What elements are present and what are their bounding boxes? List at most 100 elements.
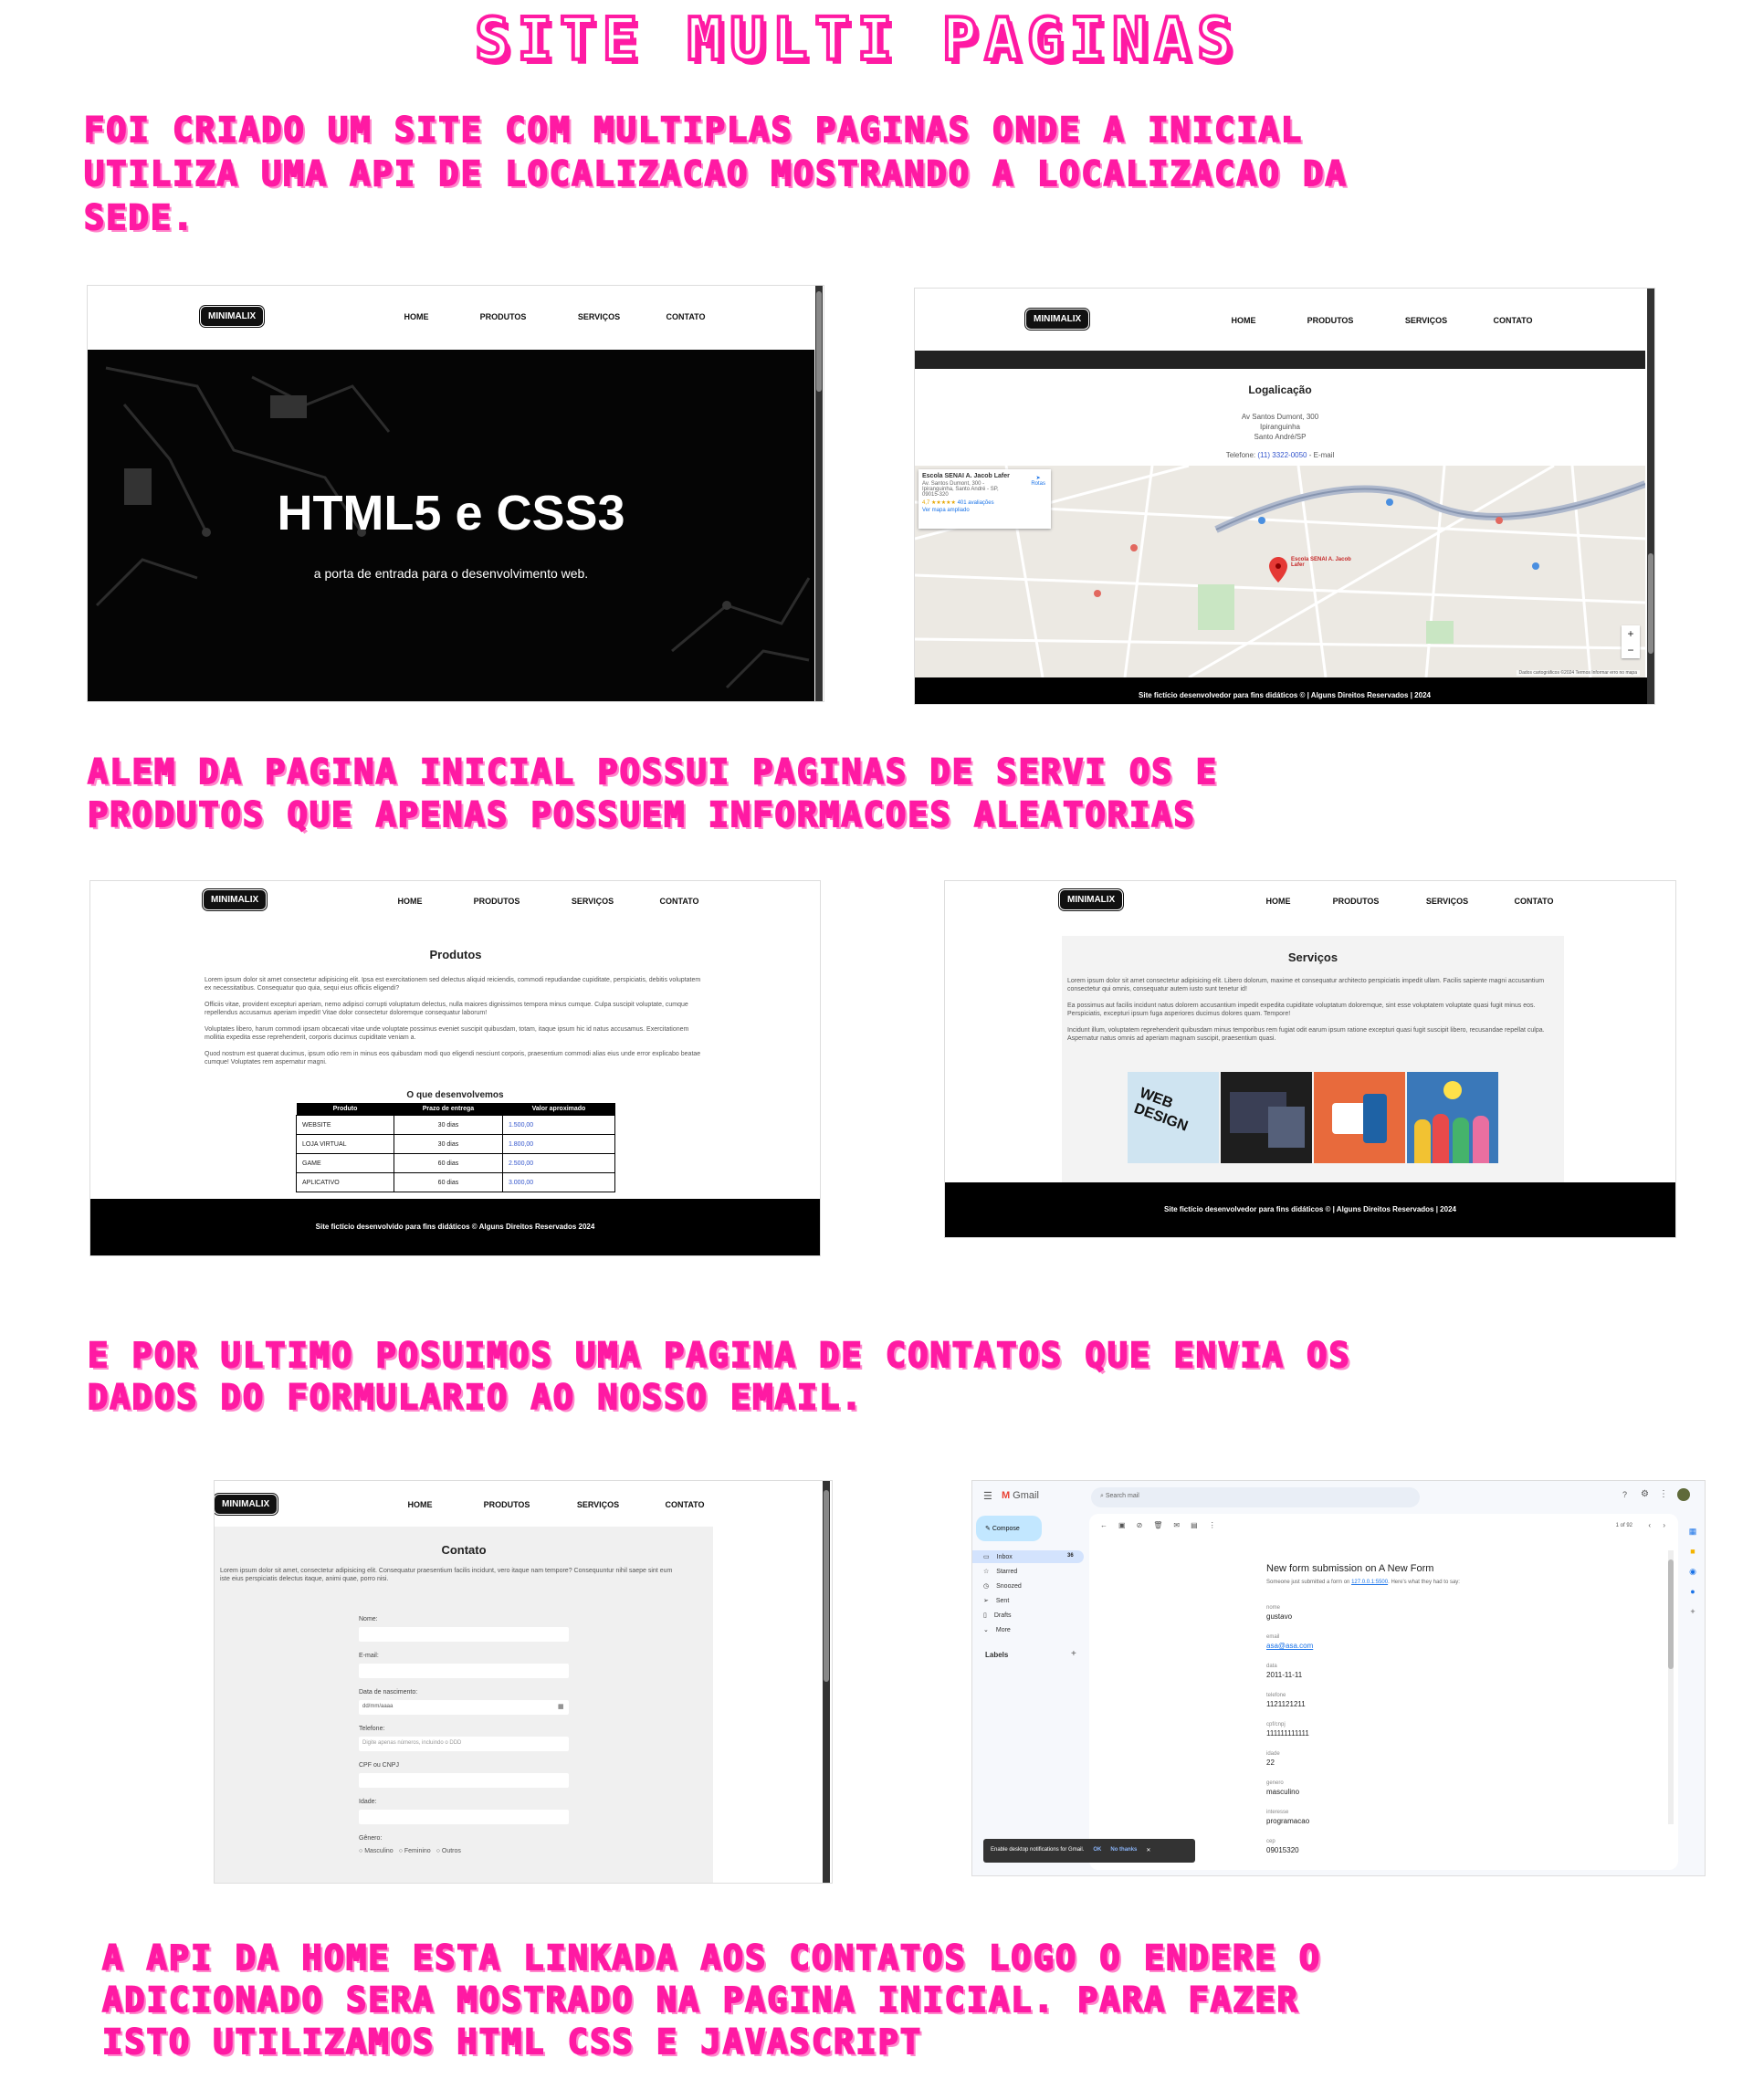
logo[interactable]: MINIMALIX bbox=[216, 1496, 276, 1512]
tasks-app-icon[interactable]: ◉ bbox=[1685, 1561, 1701, 1581]
nav-produtos[interactable]: PRODUTOS bbox=[446, 897, 547, 906]
nav-servicos[interactable]: SERVIÇOS bbox=[1380, 316, 1472, 325]
message-scrollbar[interactable] bbox=[1668, 1550, 1674, 1824]
nav-servicos[interactable]: SERVIÇOS bbox=[553, 312, 645, 321]
produtos-paragraph: Voluptates libero, harum commodi ipsam o… bbox=[205, 1025, 689, 1042]
back-icon[interactable]: ← bbox=[1100, 1521, 1107, 1529]
radio-label: Feminino bbox=[404, 1848, 431, 1854]
logo[interactable]: MINIMALIX bbox=[205, 892, 265, 908]
field-label: data bbox=[1266, 1664, 1277, 1669]
logo[interactable]: MINIMALIX bbox=[203, 309, 262, 324]
scrollbar-thumb[interactable] bbox=[1668, 1559, 1674, 1669]
radio-masculino[interactable]: ○ Masculino bbox=[359, 1848, 394, 1854]
nav-produtos[interactable]: PRODUTOS bbox=[461, 1500, 552, 1509]
nav-contato[interactable]: CONTATO bbox=[1493, 897, 1575, 906]
add-label-icon[interactable]: + bbox=[1071, 1649, 1076, 1659]
sidebar-snoozed[interactable]: ◷ Snoozed bbox=[983, 1582, 1022, 1591]
scrollbar[interactable] bbox=[815, 286, 823, 701]
nav-contato[interactable]: CONTATO bbox=[638, 897, 720, 906]
move-icon[interactable]: ▤ bbox=[1191, 1521, 1198, 1529]
scrollbar[interactable] bbox=[823, 1481, 830, 1883]
intro-link[interactable]: 127.0.0.1:5500 bbox=[1351, 1580, 1388, 1585]
scrollbar-thumb[interactable] bbox=[816, 291, 822, 392]
radio-feminino[interactable]: ○ Feminino bbox=[399, 1848, 431, 1854]
sidebar-sent[interactable]: ➢ Sent bbox=[983, 1597, 1009, 1605]
scrollbar[interactable] bbox=[1647, 289, 1654, 704]
avatar[interactable] bbox=[1677, 1488, 1690, 1501]
input-nascimento[interactable]: dd/mm/aaaa bbox=[359, 1700, 569, 1715]
nav-home[interactable]: HOME bbox=[1207, 316, 1280, 325]
field-label: cep bbox=[1266, 1839, 1275, 1844]
nav-servicos[interactable]: SERVIÇOS bbox=[1401, 897, 1493, 906]
nav-contato[interactable]: CONTATO bbox=[1472, 316, 1554, 325]
help-icon[interactable]: ? bbox=[1622, 1490, 1627, 1499]
sidebar-more[interactable]: ⌄ More bbox=[983, 1626, 1011, 1634]
sidebar-inbox[interactable]: ▭ Inbox bbox=[983, 1553, 1013, 1561]
delete-icon[interactable]: 🗑 bbox=[1153, 1521, 1162, 1529]
scrollbar-thumb[interactable] bbox=[824, 1490, 829, 1682]
field-value[interactable]: asa@asa.com bbox=[1266, 1642, 1313, 1650]
phone-link[interactable]: (11) 3322-0050 bbox=[1257, 451, 1307, 459]
logo[interactable]: MINIMALIX bbox=[1062, 892, 1121, 908]
gmail-logo[interactable]: M Gmail bbox=[1002, 1490, 1039, 1501]
input-email[interactable] bbox=[359, 1664, 569, 1678]
nav-contato[interactable]: CONTATO bbox=[644, 1500, 726, 1509]
nav-bar: MINIMALIX HOME PRODUTOS SERVIÇOS CONTATO bbox=[90, 881, 820, 918]
map-embed[interactable]: Escola SENAI A. Jacob Lafer Escola SENAI… bbox=[915, 466, 1645, 677]
nav-produtos[interactable]: PRODUTOS bbox=[1310, 897, 1401, 906]
keep-app-icon[interactable]: ■ bbox=[1685, 1541, 1701, 1561]
input-nome[interactable] bbox=[359, 1627, 569, 1642]
calendar-app-icon[interactable]: ▦ bbox=[1685, 1521, 1701, 1541]
nav-home[interactable]: HOME bbox=[379, 1500, 461, 1509]
mark-unread-icon[interactable]: ✉ bbox=[1173, 1521, 1180, 1529]
map-route-button[interactable]: ➤ Rotas bbox=[1031, 475, 1045, 487]
next-icon[interactable]: › bbox=[1663, 1521, 1665, 1529]
add-app-icon[interactable]: + bbox=[1685, 1601, 1701, 1622]
menu-icon[interactable]: ☰ bbox=[983, 1490, 992, 1502]
zoom-out-icon[interactable]: − bbox=[1622, 642, 1640, 658]
radio-label: Outros bbox=[441, 1848, 461, 1854]
email-label[interactable]: - E-mail bbox=[1309, 451, 1335, 459]
prev-icon[interactable]: ‹ bbox=[1648, 1521, 1651, 1529]
calendar-icon[interactable]: ▦ bbox=[558, 1703, 564, 1710]
produtos-paragraph: Quod nostrum est quaerat ducimus, ipsum … bbox=[205, 1050, 701, 1066]
zoom-controls[interactable]: + − bbox=[1622, 625, 1640, 658]
zoom-in-icon[interactable]: + bbox=[1622, 625, 1640, 642]
radio-outros[interactable]: ○ Outros bbox=[436, 1848, 461, 1854]
nav-contato[interactable]: CONTATO bbox=[645, 312, 727, 321]
sidebar-drafts[interactable]: ▯ Drafts bbox=[983, 1612, 1012, 1620]
apps-icon[interactable]: ⋮ bbox=[1659, 1489, 1668, 1499]
report-icon[interactable]: ⊘ bbox=[1137, 1521, 1143, 1529]
scrollbar-thumb[interactable] bbox=[1648, 553, 1653, 654]
more-icon[interactable]: ⋮ bbox=[1209, 1521, 1216, 1529]
nav-home[interactable]: HOME bbox=[380, 312, 453, 321]
nav-servicos[interactable]: SERVIÇOS bbox=[552, 1500, 644, 1509]
toast-no-button[interactable]: No thanks bbox=[1110, 1847, 1137, 1854]
site-footer: Site fictício desenvolvido para fins did… bbox=[90, 1199, 820, 1255]
nav-home[interactable]: HOME bbox=[1246, 897, 1310, 906]
archive-icon[interactable]: ▣ bbox=[1118, 1521, 1126, 1529]
table-header: Valor aproximado bbox=[502, 1103, 615, 1116]
contacts-app-icon[interactable]: ● bbox=[1685, 1581, 1701, 1601]
nav-produtos[interactable]: PRODUTOS bbox=[453, 312, 553, 321]
nav-produtos[interactable]: PRODUTOS bbox=[1280, 316, 1380, 325]
nav-servicos[interactable]: SERVIÇOS bbox=[547, 897, 638, 906]
field-label: telefone bbox=[1266, 1693, 1286, 1698]
search-bar[interactable]: ⌕ Search mail bbox=[1091, 1487, 1420, 1507]
route-label: Rotas bbox=[1031, 481, 1045, 487]
caption-3-line-1: E POR ULTIMO POSUIMOS UMA PAGINA DE CONT… bbox=[87, 1335, 1351, 1375]
compose-button[interactable]: ✎ Compose bbox=[976, 1516, 1042, 1541]
map-card-reviews[interactable]: 401 avaliações bbox=[958, 500, 994, 506]
close-icon[interactable]: ✕ bbox=[1146, 1847, 1150, 1854]
cell-valor: 3.000,00 bbox=[501, 1172, 616, 1192]
map-card-link[interactable]: Ver mapa ampliado bbox=[922, 508, 1047, 513]
nav-home[interactable]: HOME bbox=[373, 897, 446, 906]
toast-ok-button[interactable]: OK bbox=[1093, 1847, 1101, 1854]
sidebar-starred[interactable]: ☆ Starred bbox=[983, 1568, 1017, 1576]
field-label: cpf/cnpj bbox=[1266, 1722, 1286, 1727]
input-telefone[interactable]: Digite apenas números, incluindo o DDD bbox=[359, 1737, 569, 1751]
input-idade[interactable] bbox=[359, 1810, 569, 1824]
settings-icon[interactable]: ⚙ bbox=[1641, 1489, 1649, 1499]
logo[interactable]: MINIMALIX bbox=[1028, 311, 1087, 327]
input-cpf[interactable] bbox=[359, 1773, 569, 1788]
